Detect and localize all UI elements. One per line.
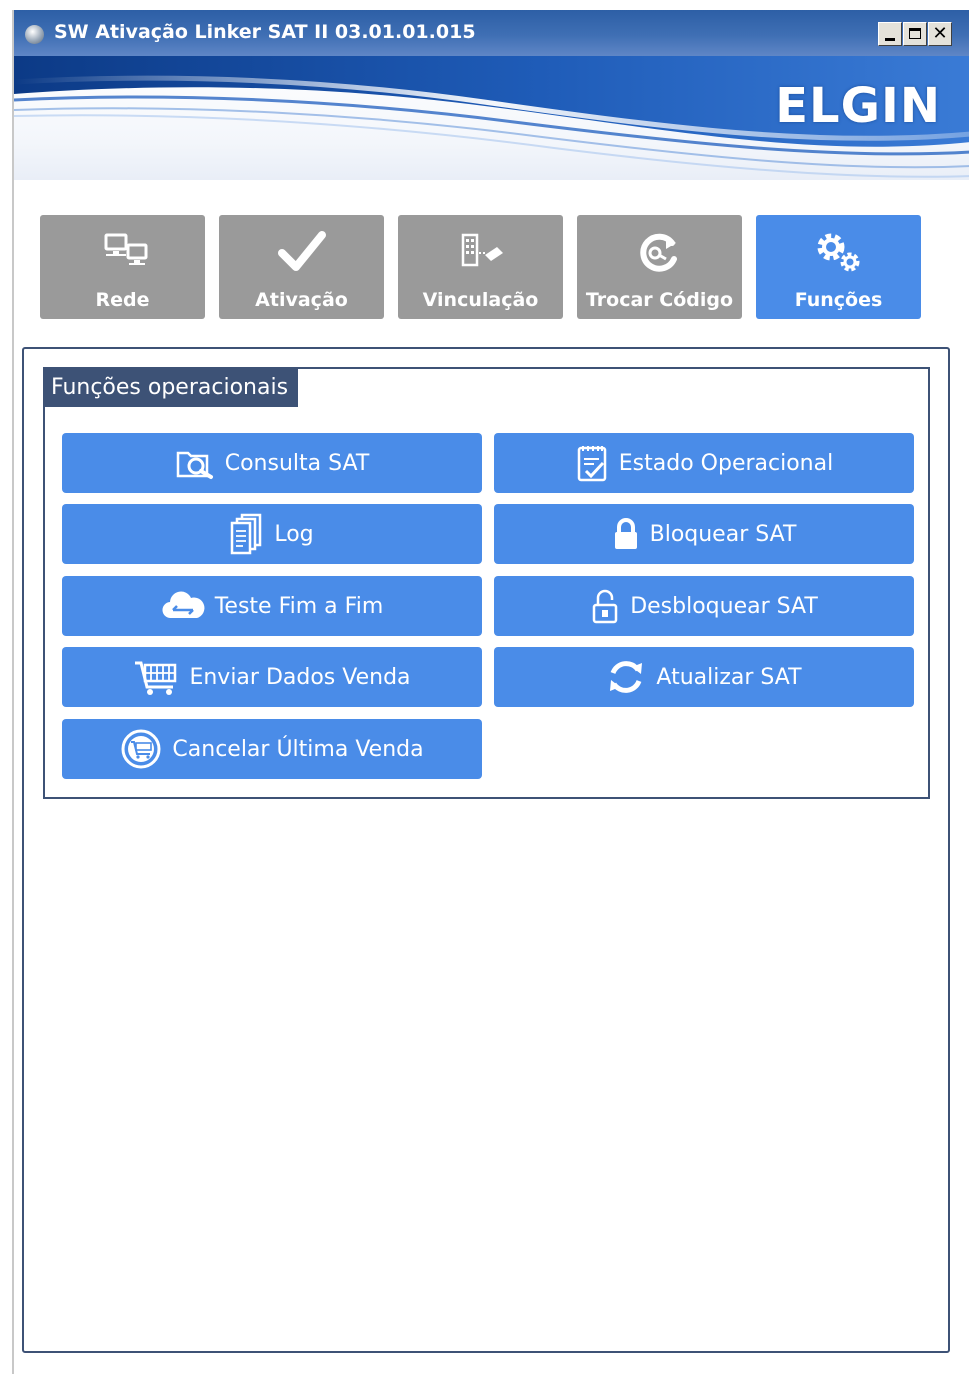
atualizar-sat-button[interactable]: Atualizar SAT [494, 647, 914, 707]
close-icon: ✕ [932, 23, 948, 44]
tab-vinculacao[interactable]: Vinculação [398, 215, 563, 319]
shopping-cart-icon [133, 657, 179, 697]
button-label: Atualizar SAT [656, 664, 802, 690]
close-button[interactable]: ✕ [928, 22, 952, 46]
gears-icon [756, 229, 921, 277]
tab-label: Vinculação [422, 289, 539, 311]
desbloquear-sat-button[interactable]: Desbloquear SAT [494, 576, 914, 636]
checkmark-icon [219, 229, 384, 277]
tab-label: Ativação [255, 289, 348, 311]
group-title: Funções operacionais [45, 369, 299, 407]
button-label: Log [274, 521, 314, 547]
tab-rede[interactable]: Rede [40, 215, 205, 319]
tab-label: Rede [95, 289, 150, 311]
log-button[interactable]: Log [62, 504, 482, 564]
button-label: Estado Operacional [618, 450, 834, 476]
teste-fim-a-fim-button[interactable]: Teste Fim a Fim [62, 576, 482, 636]
tab-label: Funções [794, 289, 883, 311]
estado-operacional-button[interactable]: Estado Operacional [494, 433, 914, 493]
elgin-logo: ELGIN [775, 78, 941, 134]
tab-ativacao[interactable]: Ativação [219, 215, 384, 319]
button-label: Desbloquear SAT [630, 593, 818, 619]
content-panel: Funções operacionais Consulta SAT Estado… [22, 347, 950, 1353]
unlock-icon [590, 587, 620, 625]
consulta-sat-button[interactable]: Consulta SAT [62, 433, 482, 493]
operational-functions-group: Funções operacionais Consulta SAT Estado… [43, 367, 930, 799]
cancelar-ultima-venda-button[interactable]: Cancelar Última Venda [62, 719, 482, 779]
maximize-icon [909, 28, 921, 39]
title-bar[interactable]: SW Ativação Linker SAT II 03.01.01.015 ✕ [14, 10, 969, 56]
clipboard-check-icon [575, 443, 609, 483]
minimize-button[interactable] [878, 22, 902, 46]
button-label: Bloquear SAT [649, 521, 797, 547]
header-banner: ELGIN [14, 56, 969, 180]
minimize-icon [885, 38, 895, 41]
tab-funcoes[interactable]: Funções [756, 215, 921, 319]
maximize-button[interactable] [903, 22, 927, 46]
enviar-dados-venda-button[interactable]: Enviar Dados Venda [62, 647, 482, 707]
app-icon [25, 25, 44, 44]
building-link-icon [398, 229, 563, 277]
window-title: SW Ativação Linker SAT II 03.01.01.015 [54, 21, 476, 43]
button-label: Teste Fim a Fim [214, 593, 384, 619]
app-window: SW Ativação Linker SAT II 03.01.01.015 ✕ [12, 10, 969, 1374]
cancel-cart-icon [120, 728, 162, 770]
button-label: Enviar Dados Venda [189, 664, 411, 690]
tab-label: Trocar Código [585, 289, 734, 311]
network-icon [40, 229, 205, 277]
button-label: Cancelar Última Venda [172, 736, 424, 762]
button-label: Consulta SAT [224, 450, 370, 476]
lock-icon [612, 517, 640, 551]
refresh-key-icon [577, 229, 742, 277]
folder-search-icon [175, 446, 215, 480]
bloquear-sat-button[interactable]: Bloquear SAT [494, 504, 914, 564]
refresh-icon [606, 657, 646, 697]
tab-trocar-codigo[interactable]: Trocar Código [577, 215, 742, 319]
documents-icon [230, 513, 264, 555]
cloud-transfer-icon [161, 590, 205, 622]
